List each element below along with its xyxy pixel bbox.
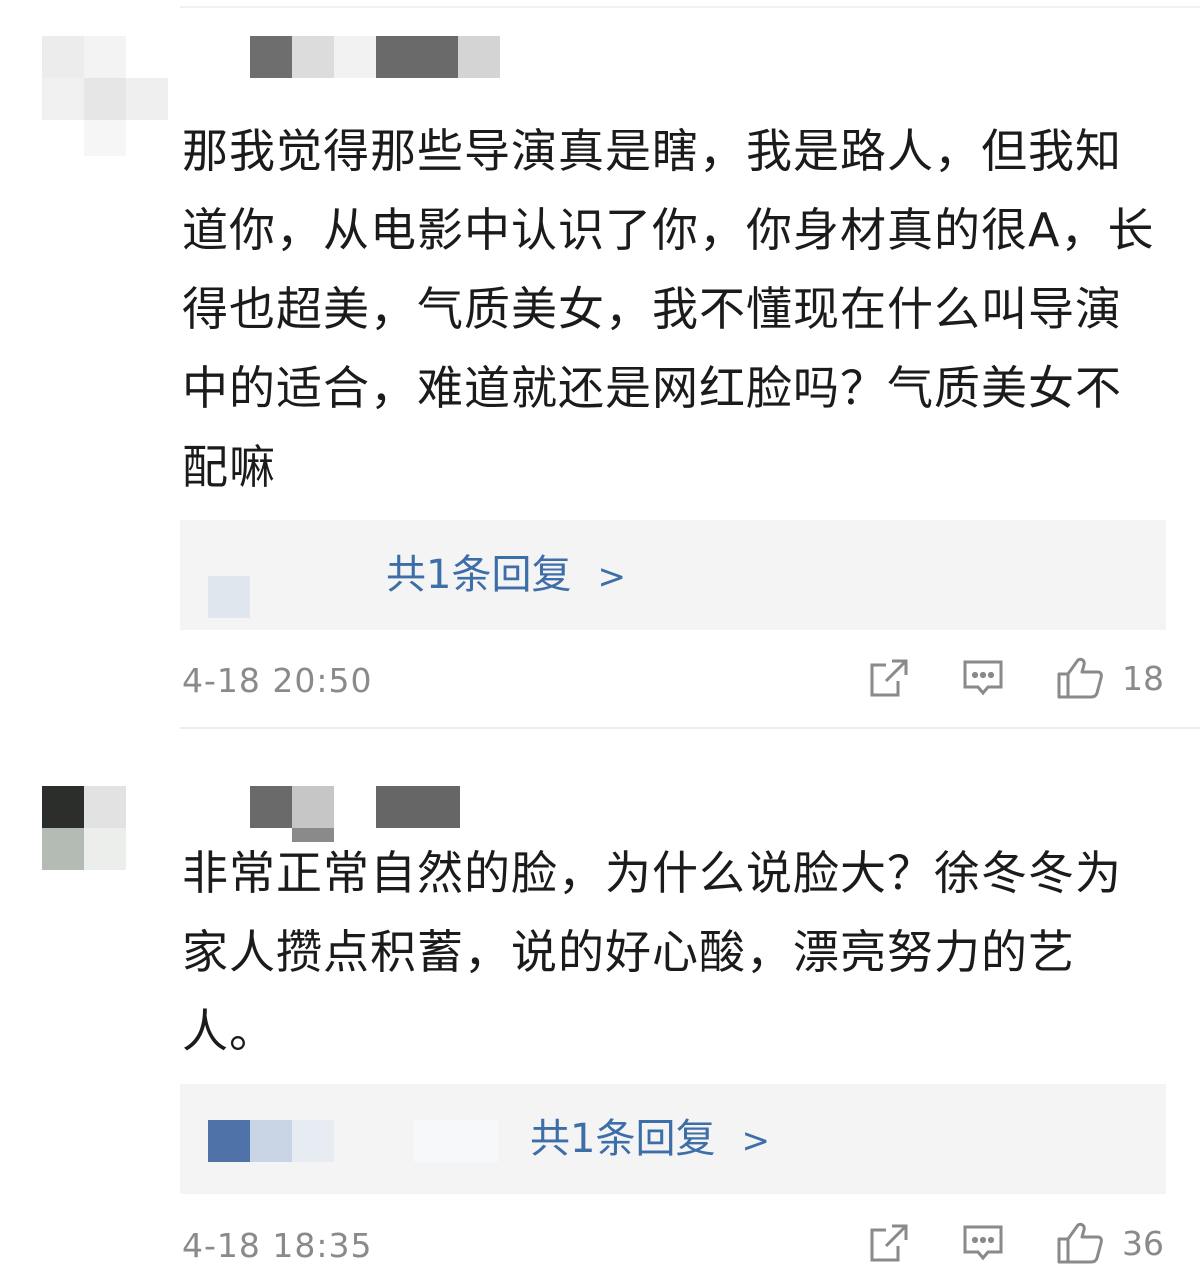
comment-actions: 36 <box>816 1221 1164 1265</box>
reply-button[interactable] <box>962 657 1004 699</box>
avatar[interactable] <box>42 786 126 870</box>
reply-button[interactable] <box>962 1222 1004 1264</box>
share-button[interactable] <box>868 657 910 699</box>
comment-actions: 18 <box>816 656 1164 700</box>
comment-icon <box>963 1225 1003 1261</box>
reply-avatar <box>208 1120 498 1162</box>
like-count: 18 <box>1122 658 1164 698</box>
comment-text: 非常正常自然的脸，为什么说脸大？徐冬冬为家人攒点积蓄，说的好心酸，漂亮努力的艺人… <box>182 846 1122 1058</box>
share-icon <box>870 1224 908 1262</box>
avatar[interactable] <box>42 36 168 156</box>
chevron-right-icon: > <box>597 557 626 597</box>
like-button[interactable]: 18 <box>1056 656 1164 700</box>
view-replies-link[interactable]: 共1条回复 > <box>386 520 626 632</box>
reply-preview[interactable]: 共1条回复 > <box>180 1084 1166 1194</box>
username[interactable] <box>250 36 500 78</box>
chevron-right-icon: > <box>741 1121 770 1161</box>
comment-time: 4-18 20:50 <box>182 661 373 700</box>
reply-count-label: 共1条回复 <box>386 552 572 598</box>
share-icon <box>870 659 908 697</box>
like-count: 36 <box>1122 1223 1164 1263</box>
share-button[interactable] <box>868 1222 910 1264</box>
comment-icon <box>963 660 1003 696</box>
comment-divider <box>180 727 1200 729</box>
reply-count-label: 共1条回复 <box>530 1116 716 1162</box>
view-replies-link[interactable]: 共1条回复 > <box>530 1084 770 1196</box>
comment-item: 非常正常自然的脸，为什么说脸大？徐冬冬为家人攒点积蓄，说的好心酸，漂亮努力的艺人… <box>0 730 1200 1286</box>
comment-text: 那我觉得那些导演真是瞎，我是路人，但我知道你，从电影中认识了你，你身材真的很A，… <box>182 124 1155 494</box>
reply-avatar <box>208 576 250 618</box>
comment-item: 那我觉得那些导演真是瞎，我是路人，但我知道你，从电影中认识了你，你身材真的很A，… <box>0 0 1200 725</box>
thumbs-up-icon <box>1057 657 1103 699</box>
thumbs-up-icon <box>1057 1222 1103 1264</box>
like-button[interactable]: 36 <box>1056 1221 1164 1265</box>
reply-preview[interactable]: 共1条回复 > <box>180 520 1166 630</box>
comment-time: 4-18 18:35 <box>182 1226 373 1265</box>
